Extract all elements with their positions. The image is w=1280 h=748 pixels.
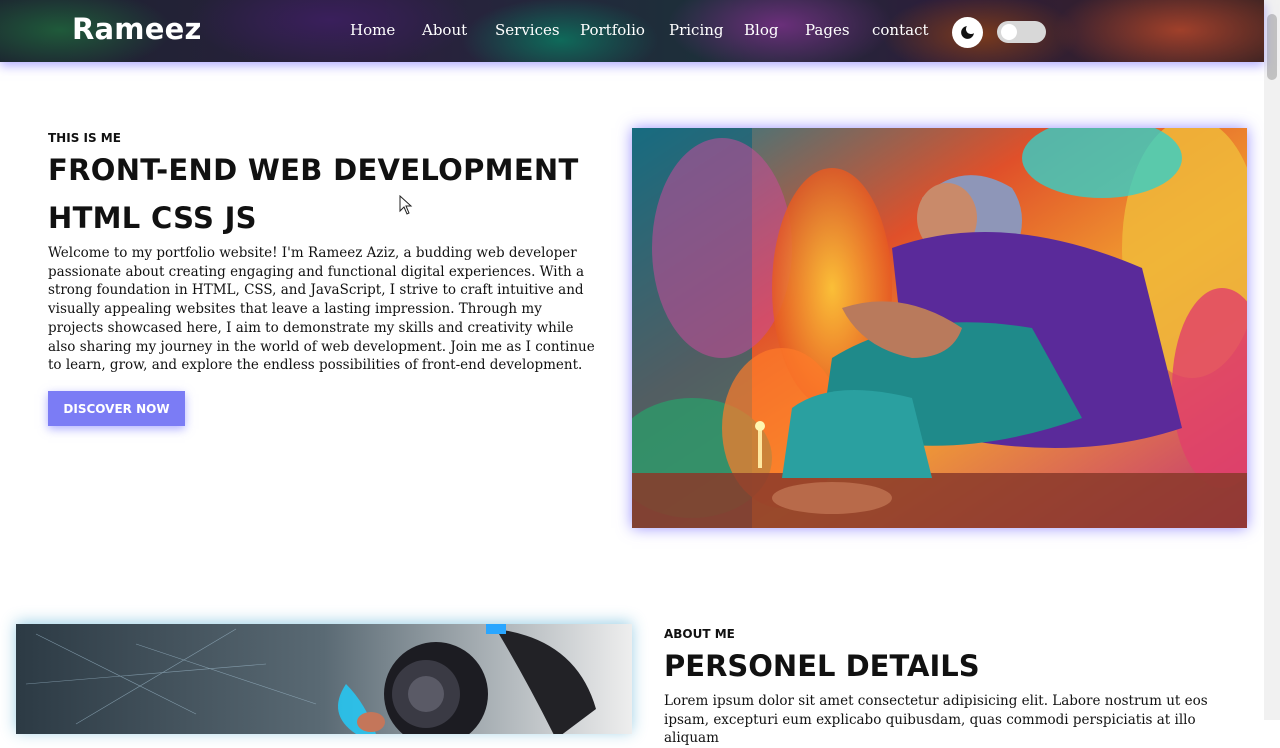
hero-title: FRONT-END WEB DEVELOPMENT HTML CSS JS: [48, 146, 579, 242]
nav-link-pricing[interactable]: Pricing: [669, 21, 724, 39]
discover-now-button[interactable]: DISCOVER NOW: [48, 391, 185, 426]
about-title: PERSONEL DETAILS: [664, 649, 980, 683]
switch-knob: [1001, 24, 1017, 40]
about-eyebrow: ABOUT ME: [664, 627, 735, 641]
moon-icon: [961, 26, 974, 39]
hero-eyebrow: THIS IS ME: [48, 131, 121, 145]
brand-logo[interactable]: Rameez: [72, 12, 202, 46]
dark-mode-switch[interactable]: [997, 21, 1046, 43]
hero-illustration: [632, 128, 1247, 528]
about-illustration-art: [16, 624, 632, 734]
hero-title-line-2: HTML CSS JS: [48, 201, 257, 235]
about-description: Lorem ipsum dolor sit amet consectetur a…: [664, 693, 1208, 747]
nav-link-home[interactable]: Home: [350, 21, 395, 39]
nav-link-pages[interactable]: Pages: [805, 21, 850, 39]
hero-description: Welcome to my portfolio website! I'm Ram…: [48, 245, 595, 374]
page-scrollbar[interactable]: [1264, 0, 1280, 720]
nav-link-portfolio[interactable]: Portfolio: [580, 21, 645, 39]
hero-title-line-1: FRONT-END WEB DEVELOPMENT: [48, 153, 579, 187]
about-illustration: [16, 624, 632, 734]
scrollbar-thumb[interactable]: [1267, 14, 1277, 80]
mouse-cursor-icon: [399, 195, 413, 215]
hero-illustration-art: [632, 128, 1247, 528]
theme-toggle-button[interactable]: [952, 17, 983, 48]
nav-link-blog[interactable]: Blog: [744, 21, 778, 39]
nav-link-services[interactable]: Services: [495, 21, 560, 39]
nav-link-about[interactable]: About: [422, 21, 467, 39]
nav-link-contact[interactable]: contact: [872, 21, 929, 39]
navbar: Rameez Home About Services Portfolio Pri…: [0, 0, 1264, 62]
